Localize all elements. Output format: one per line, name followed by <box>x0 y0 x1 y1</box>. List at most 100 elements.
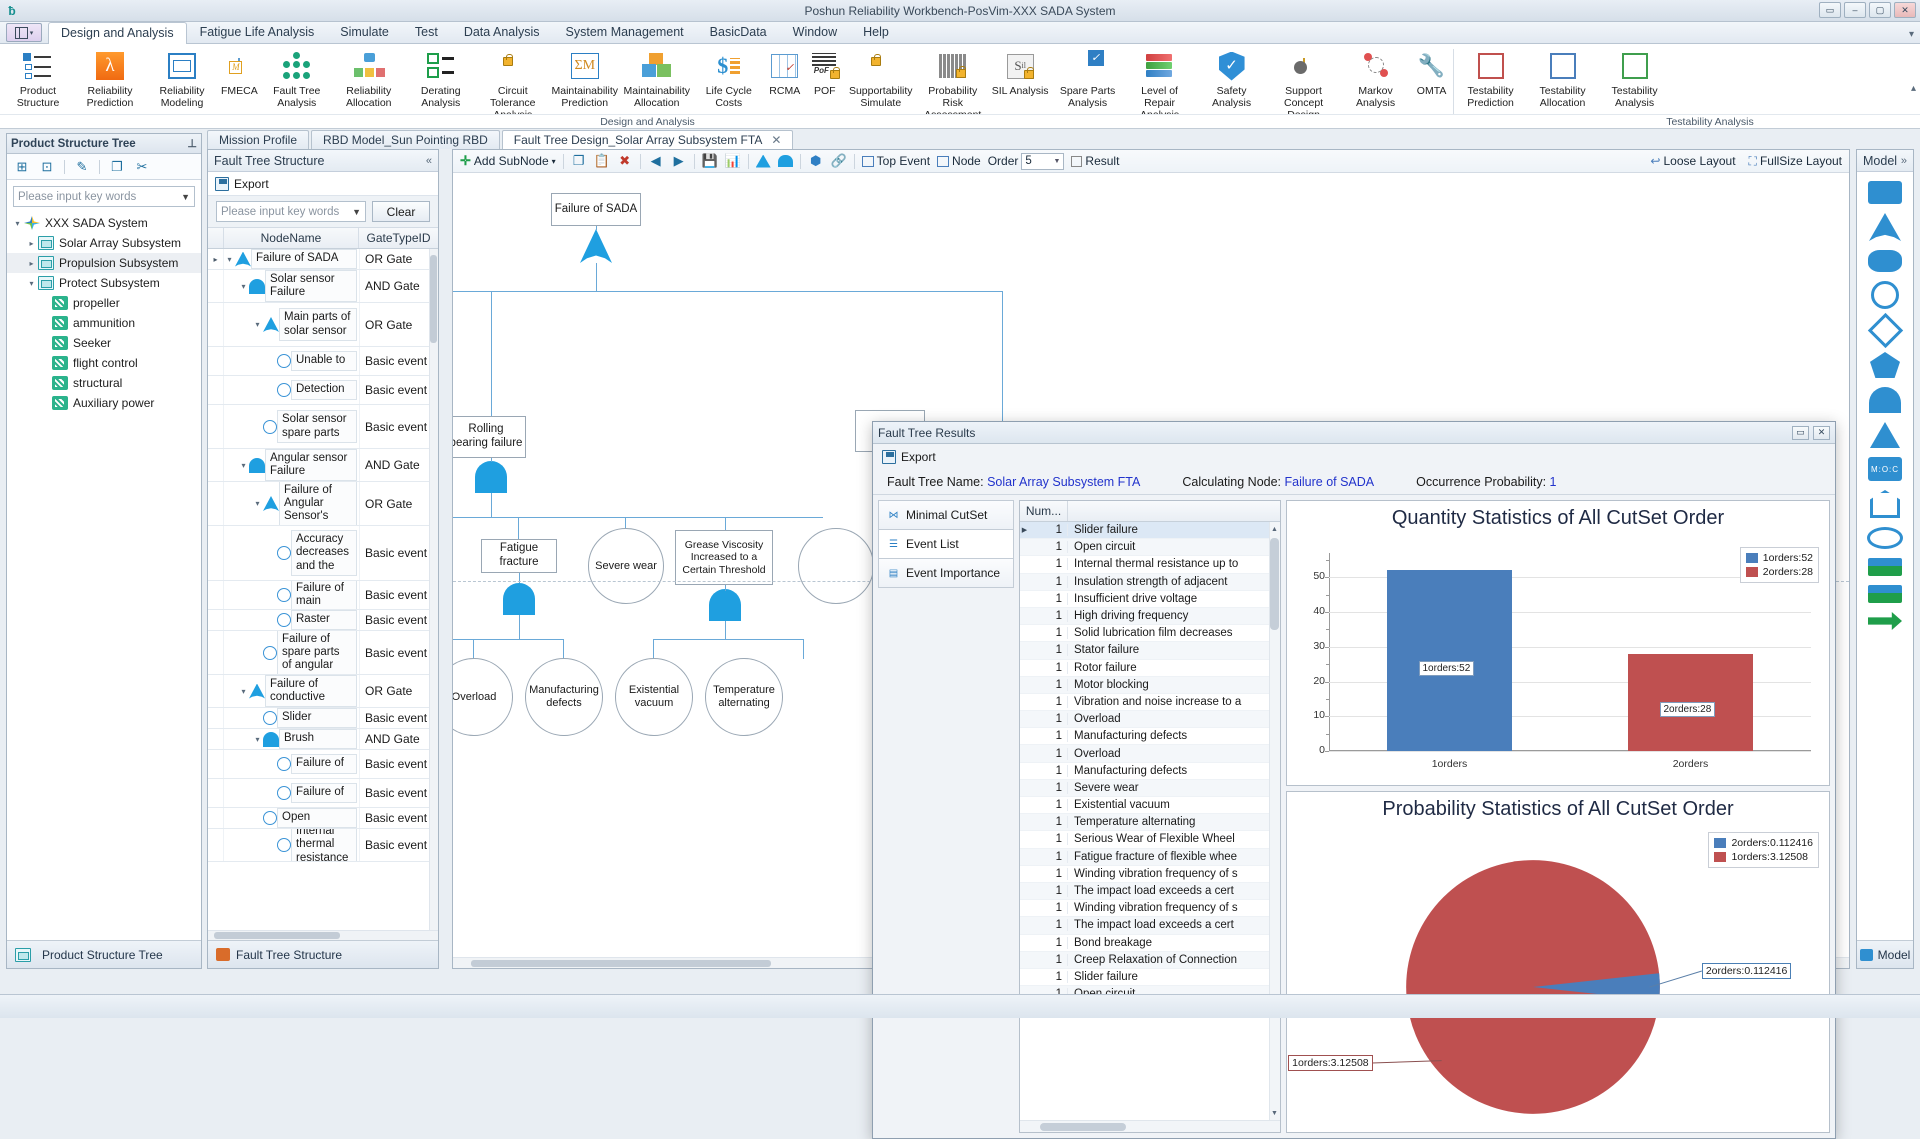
or-gate-icon[interactable] <box>755 154 771 168</box>
quantity-statistics-bar-chart[interactable]: Quantity Statistics of All CutSet Order … <box>1286 500 1830 786</box>
product-tree-node-structural[interactable]: structural <box>7 373 201 393</box>
ribbon-button-testability-allocation[interactable]: Testability Allocation <box>1527 47 1599 112</box>
structure-table-row[interactable]: ▾ Failure of Angular Sensor's OR Gate <box>208 482 438 526</box>
probability-statistics-pie-chart[interactable]: Probability Statistics of All CutSet Ord… <box>1286 791 1830 1133</box>
menu-tab-data-analysis[interactable]: Data Analysis <box>451 21 553 43</box>
results-table-row[interactable]: ▶ 1 Slider failure <box>1020 522 1280 540</box>
structure-table-row[interactable]: Solar sensor spare parts Basic event <box>208 405 438 449</box>
ribbon-button-fmeca[interactable]: M FMECA <box>218 47 261 100</box>
scrollbar-thumb[interactable] <box>1040 1123 1126 1131</box>
row-marker[interactable] <box>208 729 224 749</box>
results-nav-minimal-cutset[interactable]: ⋈ Minimal CutSet <box>878 500 1014 530</box>
shape-wave-node[interactable] <box>1868 250 1902 272</box>
order-field[interactable]: Order 5 ▼ <box>988 152 1065 170</box>
ft-node-extra[interactable] <box>798 528 874 604</box>
results-table-row[interactable]: 1 Stator failure <box>1020 642 1280 660</box>
ribbon-button-life-cycle-costs[interactable]: $ Life Cycle Costs <box>693 47 765 112</box>
shape-pentagon-node[interactable] <box>1870 352 1900 378</box>
ribbon-button-reliability-allocation[interactable]: Reliability Allocation <box>333 47 405 112</box>
row-marker[interactable] <box>208 750 224 778</box>
menu-tab-test[interactable]: Test <box>402 21 451 43</box>
row-twisty-icon[interactable]: ▾ <box>238 461 249 470</box>
ribbon-button-markov-analysis[interactable]: Markov Analysis <box>1340 47 1412 112</box>
restore-small-button[interactable]: ▭ <box>1819 2 1841 18</box>
structure-table-row[interactable]: Raster Basic event <box>208 610 438 631</box>
results-table-row[interactable]: 1 Temperature alternating <box>1020 814 1280 832</box>
document-tab-mission-profile[interactable]: Mission Profile <box>207 130 310 149</box>
results-table-row[interactable]: 1 Creep Relaxation of Connection <box>1020 951 1280 969</box>
results-table-row[interactable]: 1 Vibration and noise increase to a <box>1020 694 1280 712</box>
menu-tab-help[interactable]: Help <box>850 21 902 43</box>
collapse-left-icon[interactable]: « <box>426 155 432 167</box>
shape-or-gate[interactable] <box>1869 213 1901 241</box>
results-table-row[interactable]: 1 The impact load exceeds a cert <box>1020 917 1280 935</box>
results-table-row[interactable]: 1 The impact load exceeds a cert <box>1020 882 1280 901</box>
row-marker[interactable] <box>208 675 224 707</box>
ribbon-display-options-button[interactable]: ▾ <box>6 23 42 42</box>
or-gate-icon[interactable] <box>580 229 612 263</box>
product-tree-footer-tab[interactable]: Product Structure Tree <box>7 940 201 968</box>
results-table-row[interactable]: 1 Bond breakage <box>1020 935 1280 952</box>
chevron-down-icon[interactable]: ▾ <box>552 157 556 166</box>
menu-tab-design-and-analysis[interactable]: Design and Analysis <box>48 22 187 44</box>
row-twisty-icon[interactable]: ▾ <box>252 735 263 744</box>
ft-node-overload[interactable]: Overload <box>453 658 513 736</box>
product-tree-node-ammunition[interactable]: ammunition <box>7 313 201 333</box>
ribbon-button-supportability-simulate[interactable]: Supportability Simulate <box>845 47 917 112</box>
row-marker[interactable] <box>208 347 224 375</box>
document-tab-fault-tree-design-solar-array-subsystem-fta[interactable]: Fault Tree Design_Solar Array Subsystem … <box>501 130 794 149</box>
ft-node-fatigue-fracture[interactable]: Fatigue fracture <box>481 539 557 573</box>
chevron-down-icon[interactable]: ▼ <box>1053 158 1060 165</box>
ribbon-button-testability-analysis[interactable]: Testability Analysis <box>1599 47 1671 112</box>
row-marker[interactable] <box>208 808 224 828</box>
results-table-row[interactable]: 1 Motor blocking <box>1020 676 1280 694</box>
ribbon-button-spare-parts-analysis[interactable]: ✓ Spare Parts Analysis <box>1052 47 1124 112</box>
shape-moc-node[interactable]: M:O:C <box>1868 457 1902 481</box>
copy-icon[interactable]: ❐ <box>571 153 587 169</box>
scrollbar-thumb[interactable] <box>1270 538 1279 630</box>
results-table-rows[interactable]: ▶ 1 Slider failure 1 Open circuit 1 Internal t… <box>1020 522 1280 1120</box>
structure-table-row[interactable]: Accuracy decreases and the Basic event <box>208 526 438 581</box>
structure-table-row[interactable]: ▾ Failure of conductive OR Gate <box>208 675 438 708</box>
ribbon-button-sil-analysis[interactable]: Sil SIL Analysis <box>989 47 1052 100</box>
results-table-row[interactable]: 1 Slider failure <box>1020 969 1280 987</box>
quick-access-toolbar[interactable]: ƀ <box>0 3 20 19</box>
product-tree-toolbar[interactable]: ⊞ ⊡ ✎ ❐ ✂ <box>7 154 201 180</box>
document-tab-strip[interactable]: Mission Profile RBD Model_Sun Pointing RB… <box>207 129 1914 149</box>
result-button[interactable]: Result <box>1071 154 1119 168</box>
product-tree-node-auxiliary-power[interactable]: Auxiliary power <box>7 393 201 413</box>
structure-table-row[interactable]: Failure of main Basic event <box>208 581 438 610</box>
chevron-down-icon[interactable]: ▼ <box>181 192 190 202</box>
results-table-row[interactable]: 1 Severe wear <box>1020 779 1280 797</box>
ribbon-button-probability-risk-assessment[interactable]: Probability Risk Assessment <box>917 47 989 123</box>
ribbon-button-circuit-tolerance-analysis[interactable]: Circuit Tolerance Analysis <box>477 47 549 123</box>
results-table-row[interactable]: 1 Internal thermal resistance up to <box>1020 556 1280 574</box>
row-twisty-icon[interactable]: ▾ <box>238 282 249 291</box>
product-tree-node-propeller[interactable]: propeller <box>7 293 201 313</box>
and-gate-icon[interactable] <box>475 461 507 493</box>
row-marker[interactable]: ▸ <box>208 249 224 269</box>
product-tree-search-combo[interactable]: Please input key words ▼ <box>13 186 195 207</box>
ribbon-button-omta[interactable]: 🔧 OMTA <box>1412 47 1452 100</box>
top-event-button[interactable]: Top Event <box>861 154 930 168</box>
order-stepper[interactable]: 5 ▼ <box>1021 152 1065 170</box>
structure-table-row[interactable]: ▸ ▾ Failure of SADA OR Gate <box>208 249 438 270</box>
ribbon-button-testability-prediction[interactable]: Testability Prediction <box>1455 47 1527 112</box>
cut-icon[interactable]: ✂ <box>134 159 150 175</box>
shape-diamond-node[interactable] <box>1867 312 1903 349</box>
row-marker[interactable] <box>208 405 224 448</box>
menu-tab-system-management[interactable]: System Management <box>553 21 697 43</box>
prev-icon[interactable]: ◀ <box>648 153 664 169</box>
ribbon-button-maintainability-allocation[interactable]: Maintainability Allocation <box>621 47 693 112</box>
structure-table-row[interactable]: ▾ Angular sensor Failure AND Gate <box>208 449 438 482</box>
structure-table-row[interactable]: Unable to Basic event <box>208 347 438 376</box>
ribbon-button-fault-tree-analysis[interactable]: Fault Tree Analysis <box>261 47 333 112</box>
results-table-row[interactable]: 1 Overload <box>1020 711 1280 729</box>
paste-icon[interactable]: 📋 <box>594 153 610 169</box>
row-marker[interactable] <box>208 610 224 630</box>
results-table-row[interactable]: 1 Insulation strength of adjacent <box>1020 573 1280 591</box>
scrollbar-thumb[interactable] <box>430 255 437 343</box>
structure-filter-bar[interactable]: Please input key words ▼ Clear <box>208 196 438 228</box>
ribbon-button-derating-analysis[interactable]: Derating Analysis <box>405 47 477 112</box>
structure-horizontal-scrollbar[interactable] <box>208 930 438 940</box>
